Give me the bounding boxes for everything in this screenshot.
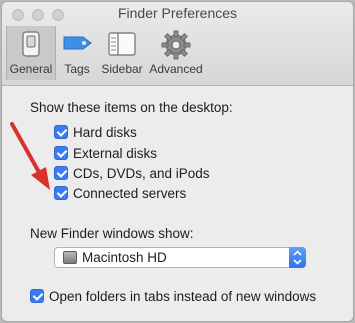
finder-preferences-window: Finder Preferences General Tags Sidebar …	[1, 1, 354, 322]
annotation-arrow	[10, 122, 50, 190]
